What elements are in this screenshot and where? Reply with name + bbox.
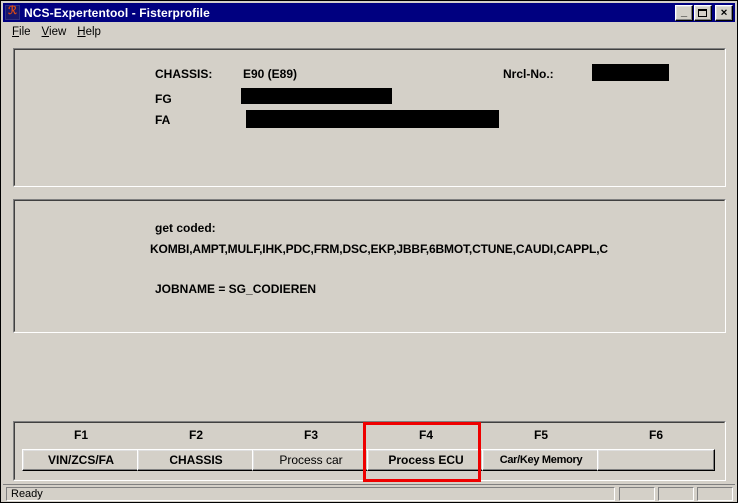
fkey-label-f6: F6 (648, 428, 663, 442)
minimize-icon[interactable]: _ (675, 4, 693, 21)
menu-bar: File View Help (3, 23, 735, 41)
close-icon[interactable]: ✕ (715, 4, 733, 21)
fg-label: FG (155, 92, 172, 106)
fg-value-redacted (241, 88, 392, 104)
button-process-car[interactable]: Process car (252, 449, 370, 471)
job-info-panel (13, 199, 726, 333)
chassis-label: CHASSIS: (155, 67, 213, 81)
status-bar: Ready (3, 484, 735, 501)
fkey-label-f1: F1 (73, 428, 88, 442)
title-bar: NCS-Expertentool - Fisterprofile _ ✕ (3, 3, 735, 22)
maximize-glyph (698, 8, 707, 17)
jobname-text: JOBNAME = SG_CODIEREN (155, 282, 317, 296)
menu-label-help-rest: elp (85, 26, 101, 38)
button-vin-zcs-fa[interactable]: VIN/ZCS/FA (22, 449, 140, 471)
fkey-label-f5: F5 (533, 428, 548, 442)
menu-item-file[interactable]: File (10, 25, 40, 39)
window-title: NCS-Expertentool - Fisterprofile (24, 5, 210, 20)
chassis-value: E90 (E89) (243, 67, 298, 81)
status-message: Ready (6, 487, 615, 501)
menu-item-help[interactable]: Help (75, 25, 110, 39)
fkey-label-f2: F2 (188, 428, 203, 442)
close-glyph: ✕ (720, 7, 728, 17)
nrcl-no-label: Nrcl-No.: (503, 67, 554, 81)
button-car-key-memory[interactable]: Car/Key Memory (482, 449, 600, 471)
status-pane-3 (697, 487, 733, 501)
status-pane-2 (658, 487, 694, 501)
status-pane-1 (619, 487, 655, 501)
job-info-panel-border (14, 200, 725, 332)
menu-label-view-rest: iew (49, 26, 67, 38)
window-controls: _ ✕ (674, 4, 733, 21)
menu-item-view[interactable]: View (40, 25, 76, 39)
button-chassis[interactable]: CHASSIS (137, 449, 255, 471)
ncs-expertentool-window: NCS-Expertentool - Fisterprofile _ ✕ Fil… (0, 0, 738, 503)
menu-label-file-rest: ile (19, 26, 31, 38)
fkey-label-f3: F3 (303, 428, 318, 442)
app-icon (5, 4, 20, 20)
maximize-icon[interactable] (694, 4, 712, 21)
button-process-ecu[interactable]: Process ECU (367, 449, 485, 471)
fa-label: FA (155, 113, 171, 127)
get-coded-label: get coded: (155, 221, 216, 235)
nrcl-no-value-redacted (592, 64, 669, 81)
button-f6-empty[interactable] (597, 449, 715, 471)
fa-value-redacted (246, 110, 499, 128)
module-list: KOMBI,AMPT,MULF,IHK,PDC,FRM,DSC,EKP,JBBF… (150, 242, 608, 256)
fkey-label-f4: F4 (418, 428, 433, 442)
minimize-glyph: _ (680, 5, 688, 18)
